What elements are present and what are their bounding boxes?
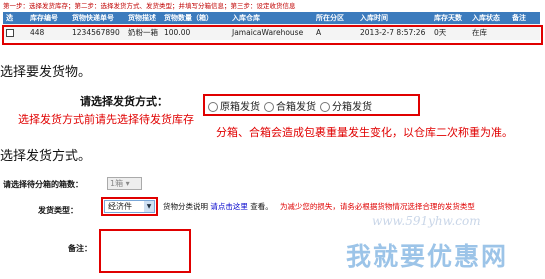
remark-textarea[interactable] bbox=[99, 229, 191, 273]
radio-circle-icon[interactable] bbox=[208, 101, 218, 112]
col-header: 备注 bbox=[509, 12, 540, 24]
note-weight-change: 分箱、合箱会造成包裹重量发生变化，以仓库二次称重为准。 bbox=[216, 126, 513, 139]
ship-method-radio-group: 原箱发货 合箱发货 分箱发货 bbox=[203, 94, 420, 116]
remark-label: 备注： bbox=[68, 244, 92, 253]
note-select-stock-first: 选择发货方式前请先选择待发货库存 bbox=[18, 113, 194, 126]
radio-split-box[interactable]: 分箱发货 bbox=[320, 98, 372, 113]
steps-guide: 第一步：选择发货库存；第二步：选择发货方式、发货类型；并填写分箱信息；第三步：设… bbox=[3, 2, 296, 10]
instruction-select-goods: 选择要发货物。 bbox=[0, 65, 92, 80]
radio-circle-icon[interactable] bbox=[264, 101, 274, 112]
col-header: 入库状态 bbox=[469, 12, 509, 24]
chevron-down-icon[interactable]: ▼ bbox=[144, 201, 154, 212]
col-header: 入库时间 bbox=[357, 12, 431, 24]
ship-method-label: 请选择发货方式： bbox=[80, 95, 168, 108]
watermark-logo-text: 我就要优惠网 bbox=[346, 242, 509, 271]
row-highlight-box bbox=[2, 25, 543, 45]
col-header: 库存编号 bbox=[27, 12, 69, 24]
box-count-label: 请选择待分箱的箱数： bbox=[3, 180, 83, 189]
col-header: 货物快递单号 bbox=[69, 12, 125, 24]
ship-type-select[interactable]: 经济件 ▼ bbox=[104, 200, 155, 213]
col-header: 货物数量（箱） bbox=[161, 12, 229, 24]
col-header: 选 bbox=[3, 12, 27, 24]
ship-type-label: 发货类型： bbox=[38, 206, 78, 215]
help-link[interactable]: 请点击这里 bbox=[210, 202, 248, 211]
box-count-select: 1箱 ▾ bbox=[107, 177, 142, 190]
radio-circle-icon[interactable] bbox=[320, 101, 330, 112]
radio-merge-box[interactable]: 合箱发货 bbox=[264, 98, 316, 113]
table-header-row: 选 库存编号 货物快递单号 货物描述 货物数量（箱） 入库仓库 所在分区 入库时… bbox=[3, 12, 540, 24]
col-header: 货物描述 bbox=[125, 12, 161, 24]
col-header: 所在分区 bbox=[313, 12, 357, 24]
col-header: 入库仓库 bbox=[229, 12, 313, 24]
radio-original-box[interactable]: 原箱发货 bbox=[208, 98, 260, 113]
ship-type-highlight: 经济件 ▼ bbox=[101, 197, 158, 216]
col-header: 库存天数 bbox=[431, 12, 469, 24]
ship-type-help: 货物分类说明 请点击这里 查看。 为减少您的损失，请务必根据货物情况选择合理的发… bbox=[163, 202, 475, 211]
watermark-url: www.591yhw.com bbox=[372, 214, 481, 228]
ship-type-warning: 为减少您的损失，请务必根据货物情况选择合理的发货类型 bbox=[279, 202, 475, 211]
instruction-select-method: 选择发货方式。 bbox=[0, 149, 92, 164]
